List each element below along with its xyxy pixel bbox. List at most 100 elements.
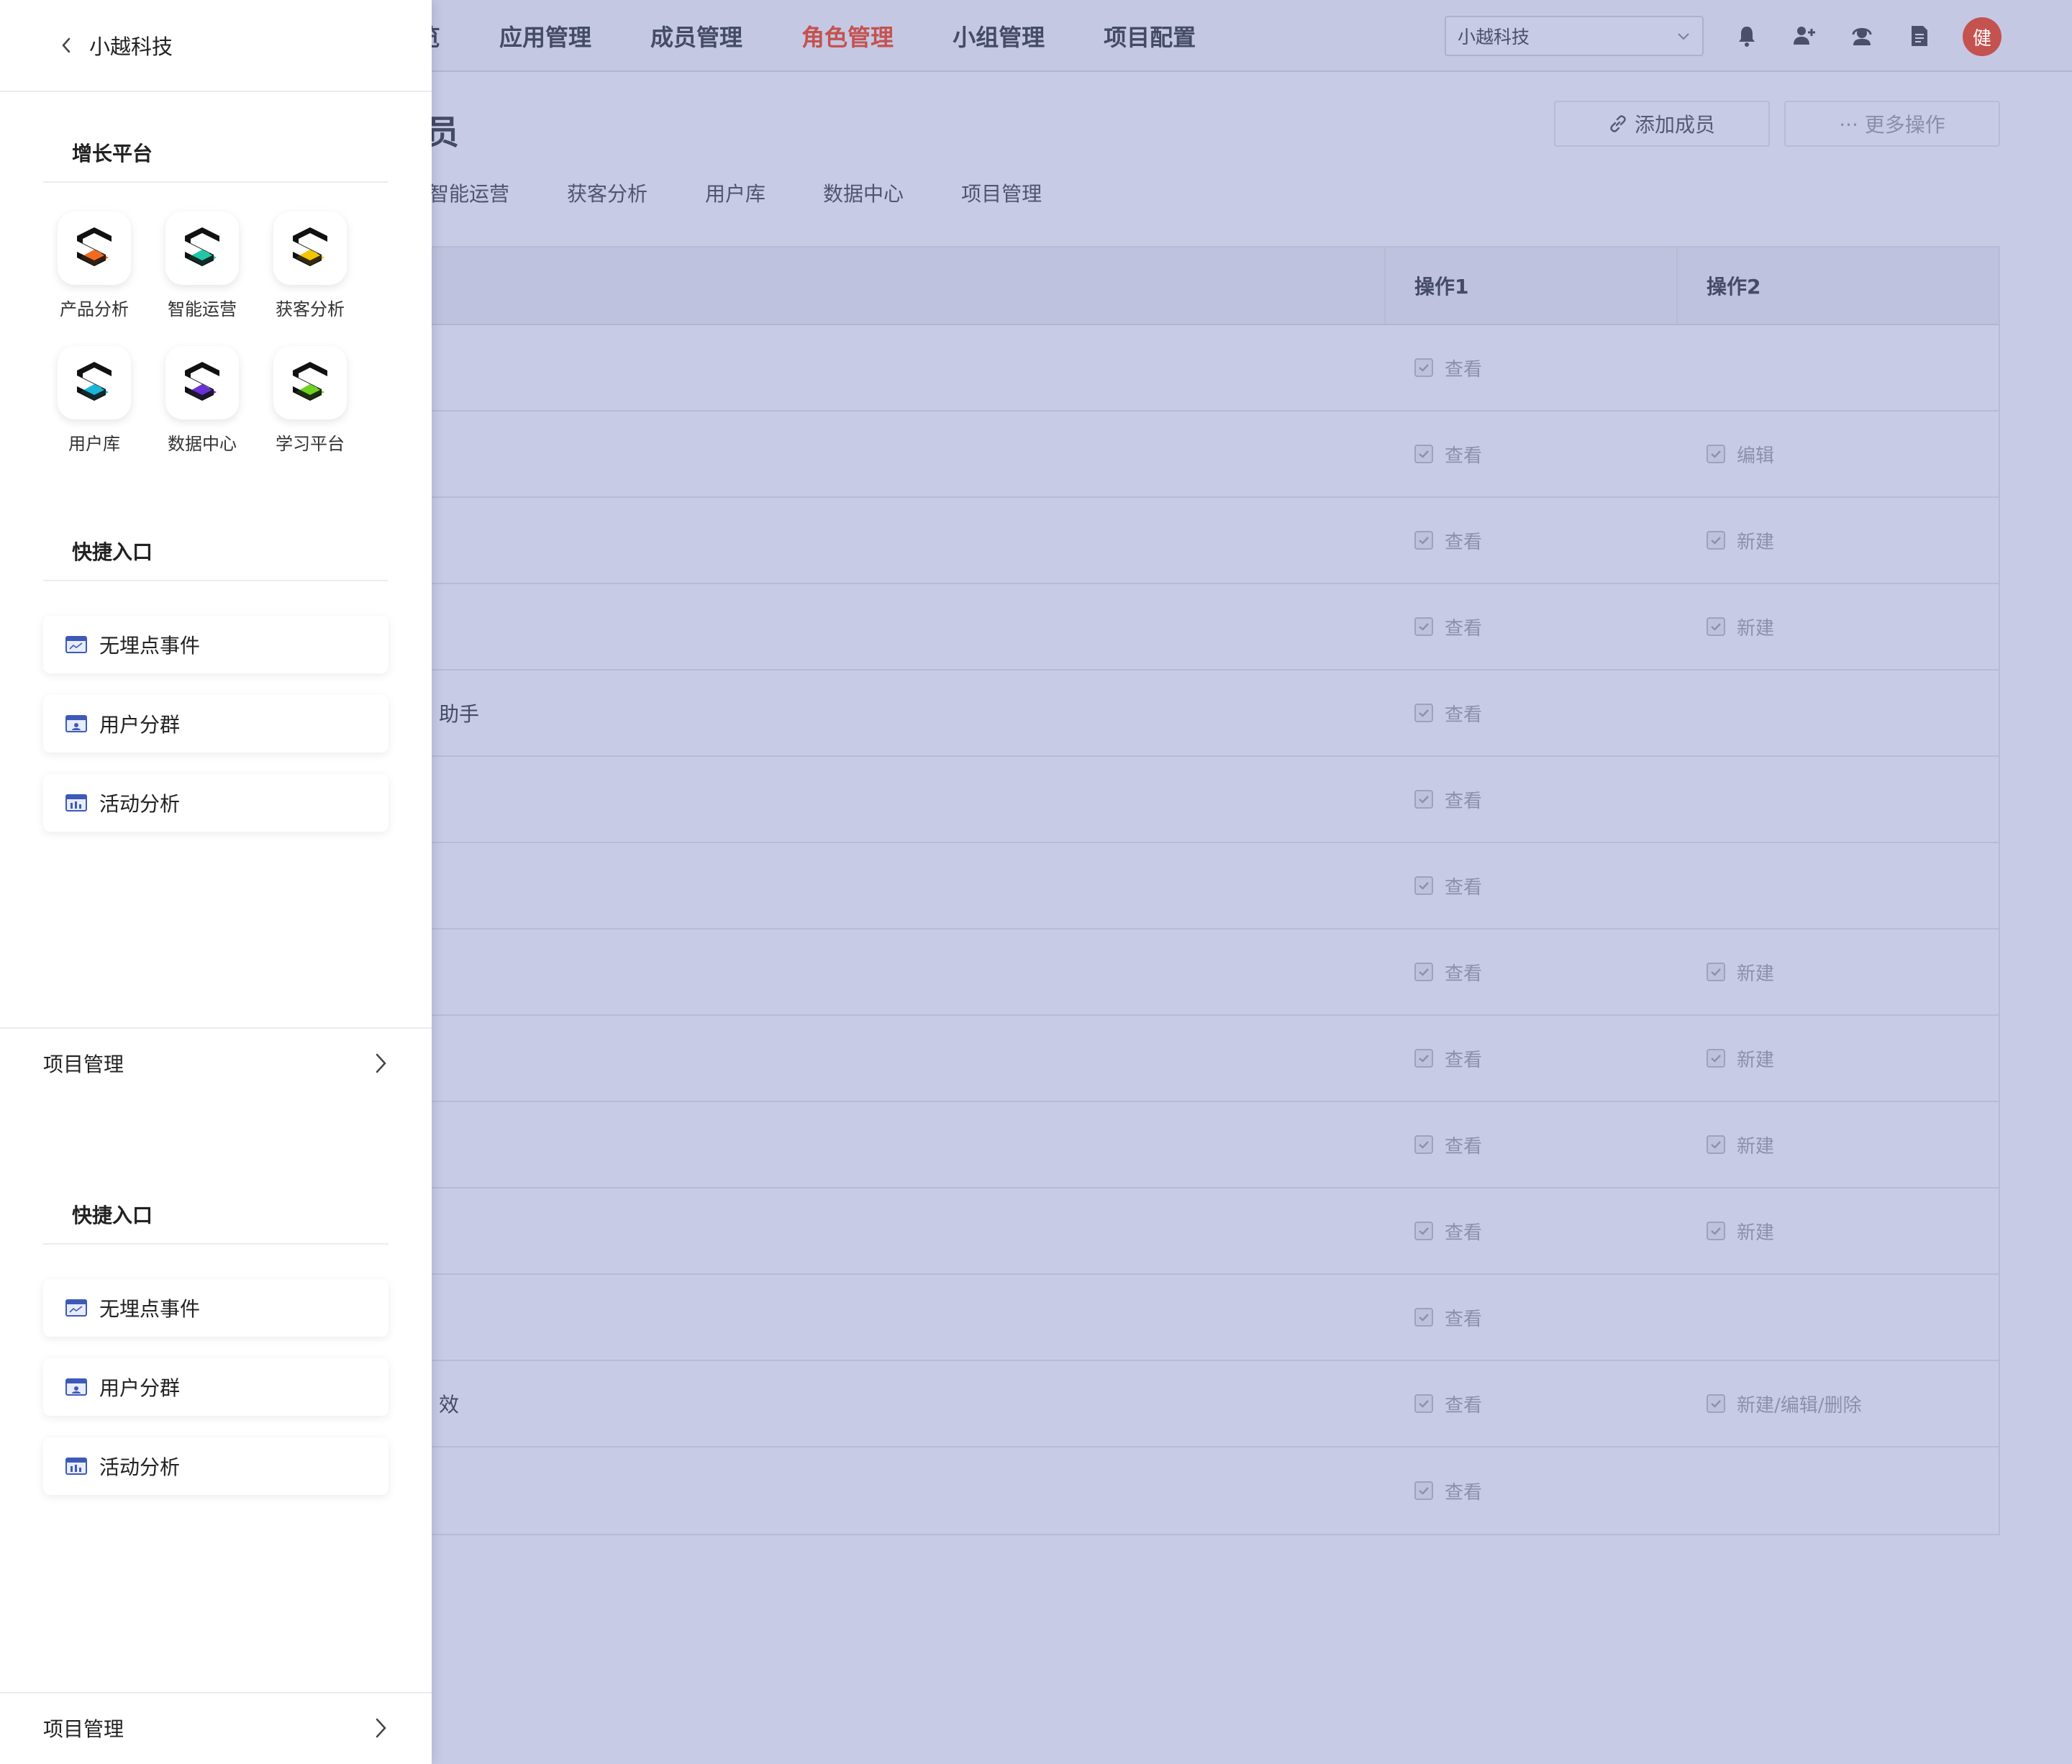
op1-cell: 查看	[1386, 498, 1678, 583]
quick-entry-item[interactable]: 活动分析	[43, 774, 388, 832]
row-name	[404, 1447, 1386, 1534]
more-actions-button[interactable]: ··· 更多操作	[1784, 101, 2000, 147]
app-label: 获客分析	[276, 299, 345, 319]
op2-label: 新建	[1737, 1222, 1775, 1244]
quick-entry-label: 用户分群	[99, 1376, 181, 1400]
checkbox[interactable]	[1414, 1481, 1433, 1500]
app-tile[interactable]: 学习平台	[256, 346, 364, 455]
checkbox[interactable]	[1414, 790, 1433, 809]
checkbox[interactable]	[1414, 531, 1433, 550]
checkbox[interactable]	[1414, 1222, 1433, 1240]
nav-item-role-management[interactable]: 角色管理	[801, 19, 894, 53]
nav-item-member-management[interactable]: 成员管理	[650, 19, 742, 53]
checkbox[interactable]	[1414, 704, 1433, 722]
project-management-label: 项目管理	[43, 1717, 124, 1741]
checkbox[interactable]	[1707, 1135, 1725, 1154]
growth-platform-section: 增长平台 产品分析 智能运营 获客分析 用户库 数据中心 学习平台	[0, 138, 432, 455]
back-chevron-icon[interactable]	[52, 31, 81, 60]
app-tile[interactable]: 产品分析	[40, 212, 148, 320]
quick-entry-item[interactable]: 活动分析	[43, 1437, 388, 1495]
activity-card-icon	[65, 793, 99, 813]
op1-label: 查看	[1445, 358, 1483, 381]
op2-label: 新建	[1737, 963, 1775, 985]
op2-cell: 新建	[1678, 1102, 1999, 1187]
quick-entry-label: 无埋点事件	[99, 634, 201, 658]
quick-entry-item[interactable]: 无埋点事件	[43, 616, 388, 673]
row-name	[404, 325, 1386, 410]
table-row: 查看	[404, 757, 1999, 843]
app-label: 用户库	[68, 434, 120, 454]
project-management-link[interactable]: 项目管理	[0, 1027, 432, 1098]
op1-cell: 查看	[1386, 929, 1678, 1014]
app-tile[interactable]: 数据中心	[148, 346, 256, 455]
table-header-name	[404, 247, 1386, 324]
product-tabs: 智能运营 获客分析 用户库 数据中心 项目管理	[429, 178, 1099, 207]
app-label: 数据中心	[168, 434, 237, 454]
row-name	[404, 843, 1386, 928]
data-center-icon	[165, 346, 239, 419]
user-library-icon	[58, 346, 131, 419]
learning-platform-icon	[273, 346, 347, 419]
quick-entry-section-2: 快捷入口 无埋点事件用户分群活动分析	[0, 1200, 432, 1517]
checkbox[interactable]	[1707, 1222, 1725, 1240]
tab-user-library[interactable]: 用户库	[705, 178, 765, 207]
checkbox[interactable]	[1414, 617, 1433, 636]
event-card-icon	[65, 1298, 99, 1318]
checkbox[interactable]	[1414, 963, 1433, 981]
avatar[interactable]: 健	[1963, 17, 2001, 56]
support-icon[interactable]	[1848, 22, 1876, 50]
row-name	[404, 1275, 1386, 1360]
checkbox[interactable]	[1414, 358, 1433, 377]
checkbox[interactable]	[1707, 963, 1725, 981]
nav-item-project-config[interactable]: 项目配置	[1104, 19, 1196, 53]
op1-cell: 查看	[1386, 1102, 1678, 1187]
bell-icon[interactable]	[1732, 22, 1761, 50]
checkbox[interactable]	[1414, 876, 1433, 895]
table-header: 操作1 操作2	[404, 247, 1999, 325]
quick-entry-item[interactable]: 用户分群	[43, 695, 388, 753]
tab-data-center[interactable]: 数据中心	[823, 178, 904, 207]
checkbox[interactable]	[1414, 1135, 1433, 1154]
row-name	[404, 412, 1386, 496]
org-select[interactable]: 小越科技	[1445, 16, 1704, 56]
app-tile[interactable]: 获客分析	[256, 212, 364, 320]
org-select-value: 小越科技	[1458, 27, 1530, 47]
app-tile[interactable]: 智能运营	[148, 212, 256, 320]
table-row: 查看 新建	[404, 929, 1999, 1016]
op1-cell: 查看	[1386, 325, 1678, 410]
project-management-link[interactable]: 项目管理	[0, 1692, 432, 1763]
checkbox[interactable]	[1707, 531, 1725, 550]
app-label: 智能运营	[168, 299, 237, 319]
checkbox[interactable]	[1707, 617, 1725, 636]
checkbox[interactable]	[1414, 1308, 1433, 1327]
quick-entry-item[interactable]: 无埋点事件	[43, 1279, 388, 1337]
activity-card-icon	[65, 1456, 99, 1476]
tab-acquisition[interactable]: 获客分析	[567, 178, 648, 207]
tab-smart-ops[interactable]: 智能运营	[429, 178, 509, 207]
add-member-button[interactable]: 添加成员	[1554, 101, 1770, 147]
quick-entry-item[interactable]: 用户分群	[43, 1358, 388, 1416]
document-icon[interactable]	[1905, 22, 1934, 50]
nav-item-group-management[interactable]: 小组管理	[953, 19, 1045, 53]
op1-label: 查看	[1445, 1222, 1483, 1244]
op1-label: 查看	[1445, 1049, 1483, 1071]
checkbox[interactable]	[1414, 1049, 1433, 1068]
op1-label: 查看	[1445, 1308, 1483, 1330]
link-icon	[1609, 114, 1627, 133]
op1-cell: 查看	[1386, 1361, 1678, 1446]
add-user-icon[interactable]	[1790, 22, 1819, 50]
checkbox[interactable]	[1414, 445, 1433, 463]
nav-item-app-management[interactable]: 应用管理	[499, 19, 591, 53]
checkbox[interactable]	[1707, 1049, 1725, 1068]
event-card-icon	[65, 635, 99, 655]
quick-entry-title: 快捷入口	[72, 1204, 153, 1227]
app-tile[interactable]: 用户库	[40, 346, 148, 455]
op1-cell: 查看	[1386, 1188, 1678, 1273]
tab-project-management[interactable]: 项目管理	[961, 178, 1042, 207]
table-row: 助手 查看	[404, 670, 1999, 757]
quick-entry-label: 无埋点事件	[99, 1297, 201, 1321]
checkbox[interactable]	[1707, 445, 1725, 463]
op2-cell	[1678, 325, 1999, 410]
checkbox[interactable]	[1414, 1394, 1433, 1413]
checkbox[interactable]	[1707, 1394, 1725, 1413]
